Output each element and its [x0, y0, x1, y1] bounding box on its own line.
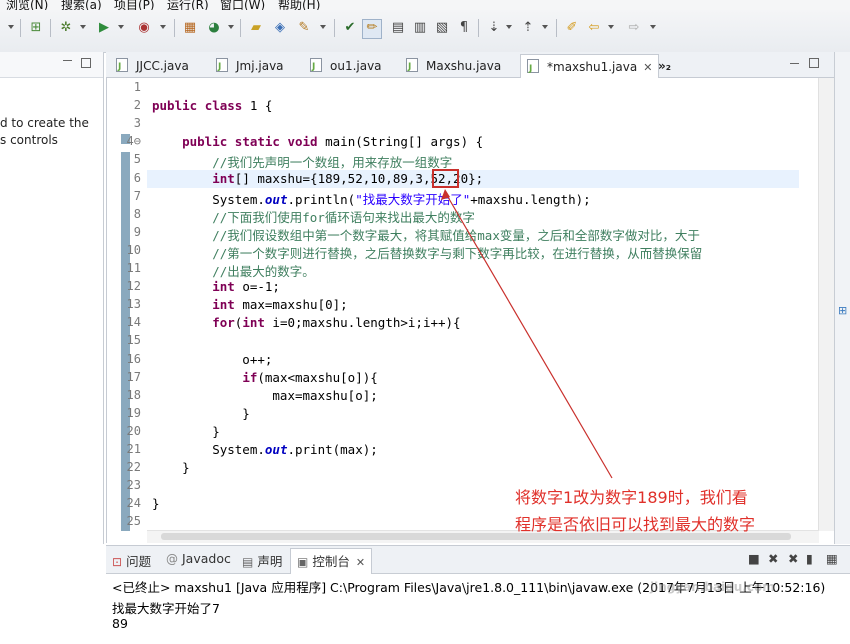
tab-declaration[interactable]: ▤ 声明	[242, 551, 282, 570]
console-view: ⊡ 问题 @ Javadoc ▤ 声明 ▣ 控制台 ✕ ■ ✖ ✖ ▮ ▦ <已终止> m…	[106, 545, 850, 644]
remove-launch-icon[interactable]: ✖	[768, 551, 778, 566]
display-console-icon[interactable]: ▦	[826, 551, 838, 566]
arrow-line	[444, 191, 613, 479]
close-icon[interactable]: ✕	[356, 556, 365, 569]
console-output-line: 89	[112, 616, 128, 631]
console-tab-bar: ⊡ 问题 @ Javadoc ▤ 声明 ▣ 控制台 ✕ ■ ✖ ✖ ▮ ▦	[106, 546, 850, 574]
console-output-line: 找最大数字开始了7	[112, 601, 220, 616]
javadoc-icon: @	[166, 552, 178, 566]
tab-javadoc[interactable]: @ Javadoc	[166, 551, 231, 566]
pin-console-icon[interactable]: ▮	[806, 551, 813, 566]
declaration-icon: ▤	[242, 555, 254, 569]
annotation-line: 程序是否依旧可以找到最大的数字	[515, 515, 756, 534]
annotation-callout: 将数字1改为数字189时，我们看 程序是否依旧可以找到最大的数字	[515, 484, 825, 538]
console-icon: ▣	[297, 555, 309, 569]
problems-icon: ⊡	[112, 555, 123, 569]
annotation-line: 将数字1改为数字189时，我们看	[515, 488, 748, 507]
tab-problems[interactable]: ⊡ 问题	[112, 551, 151, 570]
tab-console[interactable]: ▣ 控制台 ✕	[290, 548, 373, 574]
watermark: jingyan.baidu.com	[650, 580, 775, 594]
terminate-icon[interactable]: ■	[748, 551, 760, 566]
remove-all-icon[interactable]: ✖	[788, 551, 798, 566]
